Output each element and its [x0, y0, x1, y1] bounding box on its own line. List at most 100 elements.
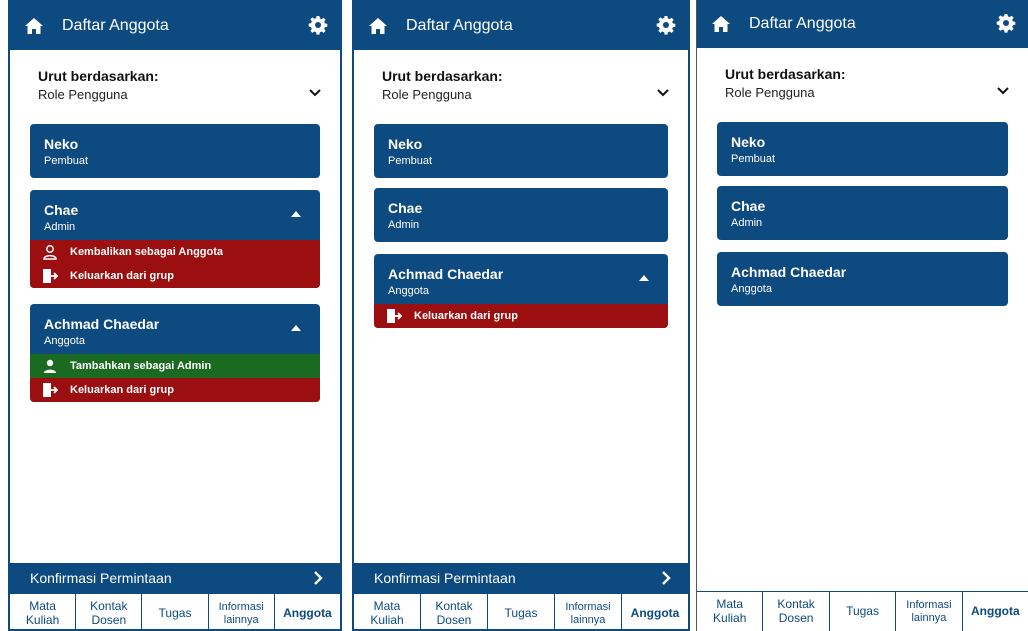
tab-informasi-lainnya[interactable]: Informasi lainnya: [209, 594, 275, 629]
member-card-neko[interactable]: Neko Pembuat: [717, 122, 1008, 176]
page-title: Daftar Anggota: [749, 15, 856, 32]
tab-tugas[interactable]: Tugas: [488, 594, 555, 629]
member-name: Chae: [388, 200, 423, 216]
screen-2: Daftar Anggota Urut berdasarkan: Role Pe…: [352, 0, 690, 631]
tab-tugas[interactable]: Tugas: [830, 592, 897, 631]
home-icon[interactable]: [24, 16, 44, 36]
member-role: Admin: [44, 221, 76, 233]
member-role: Anggota: [731, 283, 772, 295]
page-title: Daftar Anggota: [406, 17, 513, 34]
sort-dropdown-value[interactable]: Role Pengguna: [382, 87, 472, 102]
member-card-chae[interactable]: Chae Admin: [374, 188, 668, 242]
user-outline-icon: [43, 245, 57, 260]
caret-up-icon[interactable]: [638, 274, 650, 282]
app-header: Daftar Anggota: [697, 0, 1028, 48]
gear-icon[interactable]: [996, 13, 1016, 33]
tab-mata-kuliah[interactable]: Mata Kuliah: [697, 592, 764, 631]
tab-label-line: Anggota: [630, 605, 680, 620]
member-name: Achmad Chaedar: [388, 266, 504, 282]
chevron-down-icon[interactable]: [656, 88, 670, 98]
tab-label-line: Kontak: [90, 599, 128, 614]
app-header: Daftar Anggota: [354, 2, 688, 50]
tab-label-line: Informasi: [218, 601, 264, 614]
member-card-achmad-chaedar[interactable]: Achmad Chaedar Anggota: [717, 252, 1008, 306]
member-card-neko[interactable]: Neko Pembuat: [30, 124, 320, 178]
tab-anggota[interactable]: Anggota: [622, 594, 688, 629]
screen-1: Daftar Anggota Urut berdasarkan: Role Pe…: [8, 0, 342, 631]
chevron-right-icon[interactable]: [660, 570, 672, 586]
member-name: Achmad Chaedar: [731, 264, 847, 280]
caret-up-icon[interactable]: [290, 324, 302, 332]
confirm-requests-label: Konfirmasi Permintaan: [374, 570, 516, 586]
action-label: Keluarkan dari grup: [70, 270, 174, 282]
tab-label-line: Mata: [373, 599, 401, 614]
member-role: Anggota: [388, 285, 429, 297]
caret-up-icon[interactable]: [290, 210, 302, 218]
tab-informasi-lainnya[interactable]: Informasi lainnya: [896, 592, 963, 631]
tab-label-line: lainnya: [570, 613, 606, 626]
member-card-achmad-chaedar[interactable]: Achmad Chaedar Anggota Tambahkan sebagai…: [30, 304, 320, 402]
tab-mata-kuliah[interactable]: Mata Kuliah: [354, 594, 421, 629]
tab-informasi-lainnya[interactable]: Informasi lainnya: [555, 594, 622, 629]
action-label: Keluarkan dari grup: [70, 384, 174, 396]
member-name: Chae: [44, 202, 79, 218]
tab-label-line: Anggota: [971, 603, 1020, 618]
chevron-down-icon[interactable]: [996, 86, 1010, 96]
tab-label-line: Mata: [29, 599, 56, 614]
member-name: Neko: [44, 136, 79, 152]
gear-icon[interactable]: [656, 15, 676, 35]
page-title: Daftar Anggota: [62, 17, 169, 34]
tab-anggota[interactable]: Anggota: [275, 594, 340, 629]
tab-kontak-dosen[interactable]: Kontak Dosen: [76, 594, 143, 629]
tab-label-line: lainnya: [911, 611, 947, 624]
home-icon[interactable]: [368, 16, 388, 36]
remove-from-group-button[interactable]: Keluarkan dari grup: [374, 304, 668, 328]
member-name: Neko: [731, 134, 766, 150]
app-header: Daftar Anggota: [10, 2, 340, 50]
member-card-neko[interactable]: Neko Pembuat: [374, 124, 668, 178]
tab-anggota[interactable]: Anggota: [963, 592, 1028, 631]
tab-kontak-dosen[interactable]: Kontak Dosen: [421, 594, 488, 629]
tab-label-line: Informasi: [906, 599, 952, 612]
member-card-chae[interactable]: Chae Admin: [717, 186, 1008, 240]
tab-label-line: lainnya: [223, 613, 259, 626]
tab-label-line: Tugas: [504, 605, 538, 620]
exit-door-icon: [387, 309, 402, 323]
sort-dropdown-value[interactable]: Role Pengguna: [38, 87, 128, 102]
member-role: Anggota: [44, 335, 85, 347]
remove-from-group-button[interactable]: Keluarkan dari grup: [30, 264, 320, 288]
tab-label-line: Informasi: [565, 601, 611, 614]
confirm-requests-bar[interactable]: Konfirmasi Permintaan: [354, 563, 688, 593]
gear-icon[interactable]: [308, 15, 328, 35]
sort-label: Urut berdasarkan:: [725, 66, 846, 82]
remove-from-group-button[interactable]: Keluarkan dari grup: [30, 378, 320, 402]
tab-label-line: Kontak: [777, 597, 815, 612]
promote-to-admin-button[interactable]: Tambahkan sebagai Admin: [30, 354, 320, 378]
bottom-tab-bar: Mata Kuliah Kontak Dosen Tugas Informasi la…: [10, 593, 340, 629]
home-icon[interactable]: [711, 14, 731, 34]
member-name: Chae: [731, 198, 766, 214]
tab-label-line: Dosen: [91, 612, 127, 627]
demote-to-member-button[interactable]: Kembalikan sebagai Anggota: [30, 240, 320, 264]
tab-label-line: Dosen: [436, 612, 472, 627]
member-card-achmad-chaedar[interactable]: Achmad Chaedar Anggota Keluarkan dari gr…: [374, 254, 668, 328]
member-role: Admin: [731, 217, 763, 229]
sort-dropdown-value[interactable]: Role Pengguna: [725, 85, 815, 100]
action-label: Kembalikan sebagai Anggota: [70, 246, 224, 258]
member-role: Pembuat: [44, 155, 89, 167]
member-role: Pembuat: [388, 155, 433, 167]
tab-kontak-dosen[interactable]: Kontak Dosen: [763, 592, 830, 631]
tab-label-line: Kuliah: [713, 610, 747, 625]
tab-label-line: Kuliah: [25, 612, 60, 627]
sort-label: Urut berdasarkan:: [38, 68, 159, 84]
bottom-tab-bar: Mata Kuliah Kontak Dosen Tugas Informasi la…: [354, 593, 688, 629]
tab-tugas[interactable]: Tugas: [142, 594, 209, 629]
sort-label: Urut berdasarkan:: [382, 68, 503, 84]
chevron-right-icon[interactable]: [312, 570, 324, 586]
bottom-tab-bar: Mata Kuliah Kontak Dosen Tugas Informasi la…: [697, 591, 1028, 631]
chevron-down-icon[interactable]: [308, 88, 322, 98]
member-card-chae[interactable]: Chae Admin Kembalikan sebagai Anggota Ke…: [30, 190, 320, 288]
tab-mata-kuliah[interactable]: Mata Kuliah: [10, 594, 77, 629]
tab-label-line: Tugas: [158, 605, 192, 620]
confirm-requests-bar[interactable]: Konfirmasi Permintaan: [10, 563, 340, 593]
